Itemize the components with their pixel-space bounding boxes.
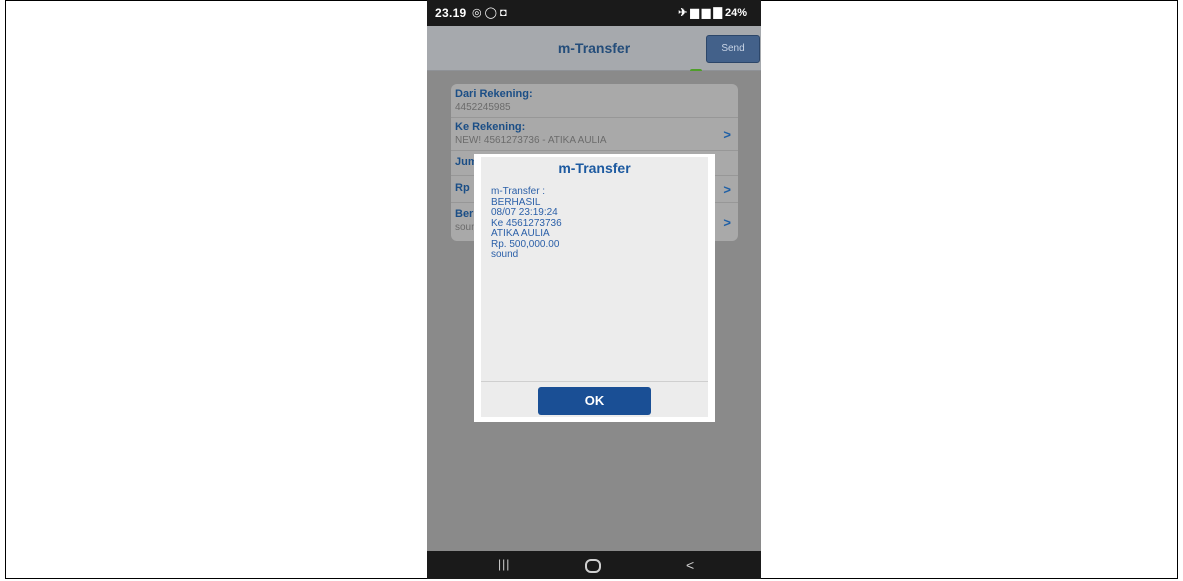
row-destination-account[interactable]: Ke Rekening: NEW! 4561273736 - ATIKA AUL…	[451, 118, 738, 151]
app-header: m-Transfer Send	[427, 26, 761, 80]
chevron-right-icon: >	[723, 127, 731, 142]
ok-button[interactable]: OK	[538, 387, 651, 415]
notification-icons: ◎ ◯ ◘	[472, 7, 507, 19]
back-icon[interactable]: <	[686, 557, 694, 573]
chevron-right-icon: >	[723, 182, 731, 197]
result-dialog: m-Transfer m-Transfer : BERHASIL 08/07 2…	[474, 154, 715, 422]
dialog-divider	[481, 381, 708, 382]
message-line: sound	[491, 249, 519, 260]
row-label: Rp	[455, 182, 470, 194]
message-line: m-Transfer :	[491, 186, 546, 197]
status-right: ✈ ▆ ▆ ▇ 24%	[678, 6, 747, 19]
dialog-body: m-Transfer m-Transfer : BERHASIL 08/07 2…	[481, 157, 708, 417]
phone-screen: 23.19 ◎ ◯ ◘ ✈ ▆ ▆ ▇ 24% m-Transfer Send …	[427, 0, 761, 579]
row-source-account[interactable]: Dari Rekening: 4452245985	[451, 84, 738, 118]
message-line: 08/07 23:19:24	[491, 207, 558, 218]
row-value: 4452245985	[455, 102, 511, 113]
message-line: ATIKA AULIA	[491, 228, 550, 239]
status-time: 23.19	[435, 6, 467, 20]
status-bar: 23.19 ◎ ◯ ◘ ✈ ▆ ▆ ▇ 24%	[427, 0, 761, 26]
row-label: Dari Rekening:	[455, 88, 533, 100]
home-icon[interactable]	[585, 559, 601, 573]
row-value: NEW! 4561273736 - ATIKA AULIA	[455, 135, 607, 146]
row-label: Ke Rekening:	[455, 121, 526, 133]
dialog-title: m-Transfer	[558, 160, 631, 176]
transfer-form: Dari Rekening: 4452245985 Ke Rekening: N…	[427, 71, 761, 551]
send-button[interactable]: Send	[706, 35, 760, 63]
signal-icons: ✈ ▆ ▆ ▇	[678, 7, 722, 19]
system-nav-bar: ||| <	[427, 551, 761, 579]
recents-icon[interactable]: |||	[498, 557, 510, 571]
battery-level: 24%	[724, 7, 747, 19]
chevron-right-icon: >	[723, 215, 731, 230]
dialog-message: m-Transfer : BERHASIL 08/07 23:19:24 Ke …	[491, 186, 562, 261]
